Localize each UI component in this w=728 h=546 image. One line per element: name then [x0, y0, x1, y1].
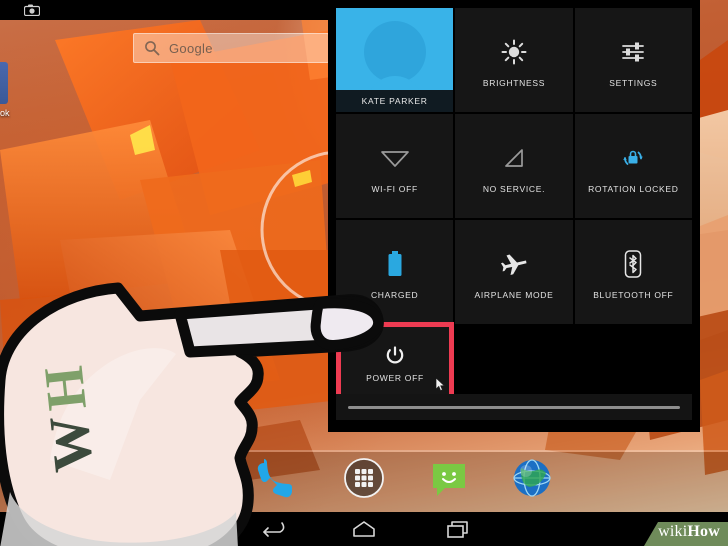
tile-user-label: KATE PARKER — [336, 90, 454, 112]
tile-airplane[interactable]: AIRPLANE MODE — [455, 220, 573, 324]
android-tablet-screen: ok Google KATE PARKER BRIGHTNESS SETTING… — [0, 0, 728, 546]
tile-airplane-label: AIRPLANE MODE — [474, 290, 554, 300]
tile-brightness[interactable]: BRIGHTNESS — [455, 8, 573, 112]
tile-signal-label: NO SERVICE. — [482, 184, 546, 194]
mouse-cursor-icon — [436, 378, 446, 392]
svg-text:H: H — [33, 363, 99, 413]
user-avatar-icon — [336, 8, 454, 90]
wifi-off-icon — [380, 138, 410, 178]
pointing-hand-illustration: H W — [0, 282, 384, 546]
message-bubble-icon[interactable] — [425, 454, 473, 502]
google-search-widget[interactable]: Google — [133, 33, 329, 63]
globe-browser-icon[interactable] — [508, 454, 556, 502]
wikihow-label: wikiHow — [658, 523, 720, 541]
quick-settings-grid: KATE PARKER BRIGHTNESS SETTINGS WI-FI OF… — [336, 8, 692, 324]
svg-text:W: W — [38, 413, 106, 475]
search-icon — [145, 41, 160, 56]
brightness-slider-track[interactable] — [348, 405, 680, 409]
tile-wifi[interactable]: WI-FI OFF — [336, 114, 454, 218]
left-app-label: ok — [0, 108, 10, 118]
tile-rotation[interactable]: ROTATION LOCKED — [574, 114, 692, 218]
rotation-locked-icon — [619, 138, 647, 178]
screenshot-camera-icon — [24, 4, 40, 16]
tile-bluetooth[interactable]: BLUETOOTH OFF — [574, 220, 692, 324]
tile-user[interactable]: KATE PARKER — [336, 8, 454, 112]
facebook-icon[interactable] — [0, 62, 8, 104]
status-bar — [0, 0, 328, 20]
tile-settings[interactable]: SETTINGS — [574, 8, 692, 112]
tile-settings-label: SETTINGS — [609, 78, 658, 88]
search-input[interactable]: Google — [169, 41, 213, 56]
no-signal-icon — [502, 138, 526, 178]
tile-bluetooth-label: BLUETOOTH OFF — [593, 290, 674, 300]
tile-rotation-label: ROTATION LOCKED — [588, 184, 679, 194]
battery-charged-icon — [386, 244, 404, 284]
airplane-icon — [500, 244, 528, 284]
tile-brightness-label: BRIGHTNESS — [482, 78, 546, 88]
tile-signal[interactable]: NO SERVICE. — [455, 114, 573, 218]
tile-wifi-label: WI-FI OFF — [371, 184, 418, 194]
brightness-sun-icon — [501, 32, 527, 72]
wikihow-suffix: How — [687, 523, 720, 540]
recent-apps-icon[interactable] — [442, 518, 476, 540]
wikihow-watermark: wikiHow — [620, 516, 728, 546]
wikihow-prefix: wiki — [658, 523, 688, 540]
settings-sliders-icon — [620, 32, 646, 72]
bluetooth-off-icon — [622, 244, 644, 284]
